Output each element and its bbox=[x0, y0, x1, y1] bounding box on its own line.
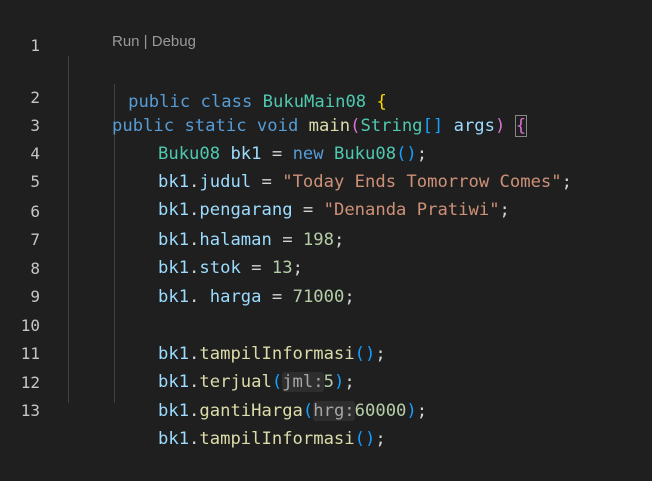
code-line-13[interactable]: 13 bk1.tampilInformasi(); bbox=[0, 369, 652, 449]
code-line-11[interactable]: 11 bk1.terjual(jml:5); bbox=[0, 312, 652, 392]
code-line-9[interactable]: 9 bbox=[0, 255, 652, 306]
dot: . bbox=[189, 401, 200, 421]
code-line-7[interactable]: 7 bk1.stok = 13; bbox=[0, 198, 652, 278]
code-line-4[interactable]: 4 bk1.judul = "Today Ends Tomorrow Comes… bbox=[0, 112, 652, 192]
code-line-8[interactable]: 8 bk1. harga = 71000; bbox=[0, 227, 652, 307]
line-number: 13 bbox=[20, 401, 40, 420]
codelens-run-debug[interactable]: Run | Debug bbox=[112, 33, 196, 50]
semicolon: ; bbox=[416, 401, 428, 421]
code-line-12[interactable]: 12 bk1.gantiHarga(hrg:60000); bbox=[0, 341, 652, 421]
semicolon: ; bbox=[375, 429, 386, 449]
variable: bk1 bbox=[158, 401, 190, 421]
number-literal: 60000 bbox=[354, 401, 407, 421]
paren: ) bbox=[406, 401, 417, 421]
paren: () bbox=[354, 429, 376, 449]
code-line-6[interactable]: 6 bk1.halaman = 198; bbox=[0, 170, 652, 250]
code-line-10[interactable]: 10 bk1.tampilInformasi(); bbox=[0, 284, 652, 364]
dot: . bbox=[189, 429, 200, 449]
code-line-2[interactable]: 2 public static void main(String[] args)… bbox=[0, 56, 652, 137]
inlay-hint: hrg: bbox=[313, 401, 355, 421]
code-editor[interactable]: 1 public class BukuMain08 { Run | Debug … bbox=[0, 0, 652, 449]
method-call: gantiHarga bbox=[199, 401, 303, 421]
code-line-3[interactable]: 3 Buku08 bk1 = new Buku08(); bbox=[0, 84, 652, 164]
variable: bk1 bbox=[158, 429, 190, 449]
code-line-5[interactable]: 5 bk1.pengarang = "Denanda Pratiwi"; bbox=[0, 140, 652, 220]
code-line-1[interactable]: 1 public class BukuMain08 { bbox=[0, 4, 652, 112]
paren: ( bbox=[302, 401, 314, 421]
method-call: tampilInformasi bbox=[199, 429, 355, 449]
